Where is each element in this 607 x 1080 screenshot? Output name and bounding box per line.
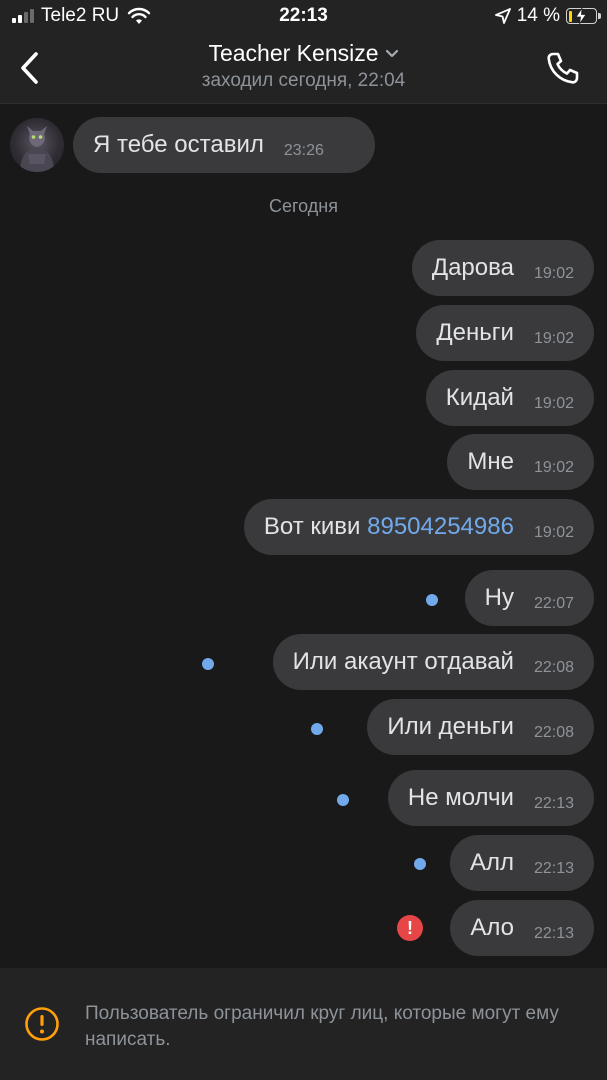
message-text: Дарова [431,254,514,281]
message-text: Ну [484,584,514,611]
restriction-text: Пользователь ограничил круг лиц, которые… [85,1003,559,1050]
message-text-prefix: Вот киви [263,513,361,540]
message-text: Алл [469,849,514,876]
battery-icon [566,8,601,24]
outgoing-message[interactable]: Дарова 19:02 [411,240,594,296]
message-text: Ало [470,914,514,941]
message-time: 22:07 [533,595,574,612]
message-time: 22:13 [533,795,574,812]
message-text: Деньги [436,319,514,346]
location-arrow-icon [494,8,511,24]
message-time: 22:13 [533,925,574,942]
date-separator: Сегодня [269,196,338,216]
message-text: Или акаунт отдавай [292,648,514,675]
unread-indicator [311,723,323,735]
message-text: Не молчи [407,784,514,811]
message-time: 22:13 [533,860,574,877]
message-time: 19:02 [533,265,574,282]
warning-icon [25,1007,59,1041]
message-time: 19:02 [533,330,574,347]
status-right: 14 % [494,5,601,27]
unread-indicator [414,858,426,870]
message-list[interactable]: Я тебе оставил 23:26 Сегодня Дарова 19:0… [0,104,607,968]
error-icon[interactable]: ! [397,915,423,941]
outgoing-message[interactable]: Ало 22:13 [450,900,594,956]
chevron-down-icon [385,49,398,57]
last-seen-status: заходил сегодня, 22:04 [201,70,406,91]
message-time: 22:08 [533,724,574,741]
chat-title-button[interactable]: Teacher Kensize [208,40,398,67]
message-text: Кидай [445,384,514,411]
outgoing-message[interactable]: Алл 22:13 [449,835,594,891]
outgoing-message[interactable]: Или деньги 22:08 [367,699,594,755]
outgoing-message[interactable]: Ну 22:07 [464,570,594,626]
status-bar: Tele2 RU 22:13 14 % [0,0,607,34]
avatar-image [20,126,54,172]
unread-indicator [202,658,214,670]
call-button[interactable] [543,48,583,88]
contact-avatar[interactable] [10,118,64,172]
message-text: Вот киви 89504254986 [264,513,514,541]
chat-header: Teacher Kensize заходил сегодня, 22:04 [0,34,607,104]
outgoing-message[interactable]: Мне 19:02 [447,434,594,490]
outgoing-message[interactable]: Не молчи 22:13 [387,770,594,826]
message-time: 23:26 [283,142,324,159]
phone-number-link[interactable]: 89504254986 [367,513,514,540]
message-text: Мне [467,448,514,475]
message-time: 22:08 [533,659,574,676]
message-text: Или деньги [387,713,514,740]
outgoing-message[interactable]: Кидай 19:02 [425,370,594,426]
chat-title-block: Teacher Kensize заходил сегодня, 22:04 [0,40,607,92]
outgoing-message[interactable]: Или акаунт отдавай 22:08 [272,634,594,690]
message-time: 19:02 [533,524,574,541]
message-time: 19:02 [533,459,574,476]
unread-indicator [426,594,438,606]
battery-percent: 14 % [516,5,560,26]
phone-icon [547,52,579,84]
outgoing-message[interactable]: Вот киви 89504254986 19:02 [243,499,594,555]
message-text: Я тебе оставил [93,131,264,158]
chat-title: Teacher Kensize [208,40,379,66]
message-time: 19:02 [533,395,574,412]
incoming-message[interactable]: Я тебе оставил 23:26 [73,117,375,173]
restriction-notice: Пользователь ограничил круг лиц, которые… [0,968,607,1080]
outgoing-message[interactable]: Деньги 19:02 [416,305,594,361]
unread-indicator [337,794,349,806]
